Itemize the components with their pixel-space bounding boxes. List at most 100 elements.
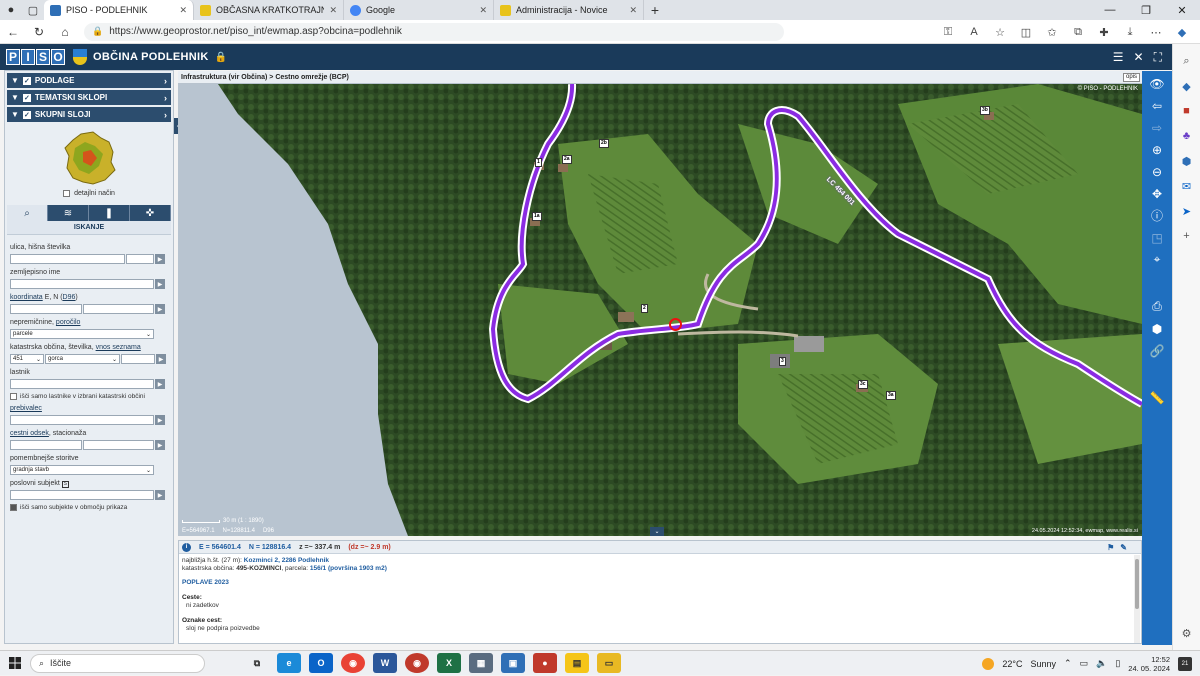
close-window-icon[interactable]: ✕ xyxy=(1164,0,1200,20)
calculator-icon[interactable]: ▦ xyxy=(469,653,493,673)
owner-search-button[interactable]: ▶ xyxy=(155,379,165,389)
geo-name-input[interactable] xyxy=(10,279,154,289)
bookmark-icon[interactable]: ⚑ xyxy=(1107,543,1114,552)
print-icon[interactable]: ⎙ xyxy=(1147,298,1167,315)
owner-input[interactable] xyxy=(10,379,154,389)
read-aloud-icon[interactable]: A xyxy=(964,26,984,38)
more-icon[interactable]: ⋯ xyxy=(1146,26,1166,39)
stationing-input[interactable] xyxy=(83,440,154,450)
map-canvas[interactable]: 1 2a 2b 1a 2 3 3c 3a 3b LC 454 001 © PIS… xyxy=(178,84,1142,536)
briefcase-icon[interactable]: ■ xyxy=(1178,102,1196,120)
info-box-icon[interactable]: S xyxy=(61,481,69,488)
owner-filter-row[interactable]: išči samo lastnike v izbrani katastrski … xyxy=(10,393,168,400)
detail-mode-checkbox[interactable] xyxy=(63,190,71,197)
search-icon[interactable]: ⌕ xyxy=(1178,52,1196,70)
close-icon[interactable]: ✕ xyxy=(629,5,637,16)
word-icon[interactable]: W xyxy=(373,653,397,673)
checkbox-icon[interactable]: ✓ xyxy=(22,93,31,102)
parcel-number-input[interactable] xyxy=(121,354,155,364)
3d-cube-icon[interactable]: ⬢ xyxy=(1147,320,1167,337)
settings-gear-icon[interactable]: ⚙ xyxy=(1178,624,1196,642)
info-select-icon[interactable]: ◳ xyxy=(1147,229,1167,246)
edit-icon[interactable]: ✎ xyxy=(1120,543,1127,552)
volume-icon[interactable]: 🔈 xyxy=(1096,658,1107,669)
detail-mode-toggle[interactable]: detajlni način xyxy=(5,190,173,197)
games-icon[interactable]: ♣ xyxy=(1178,127,1196,145)
close-icon[interactable]: ✕ xyxy=(329,5,337,16)
new-tab-icon[interactable]: + xyxy=(644,2,666,18)
split-screen-icon[interactable]: ◫ xyxy=(1016,26,1036,39)
measure-ruler-icon[interactable]: 📏 xyxy=(1147,389,1167,406)
sticky-notes-icon[interactable]: ▤ xyxy=(565,653,589,673)
network-icon[interactable]: ▭ xyxy=(1080,658,1089,669)
expand-info-panel-icon[interactable]: ⌄ xyxy=(650,527,664,536)
tab-actions-icon[interactable]: ▢ xyxy=(22,0,44,20)
tab-administracija[interactable]: Administracija - Novice ✕ xyxy=(494,0,644,20)
road-section-link[interactable]: cestni odsek xyxy=(10,430,49,437)
back-icon[interactable]: ← xyxy=(0,20,26,44)
scrollbar-thumb[interactable] xyxy=(1135,559,1139,609)
house-number-input[interactable] xyxy=(126,254,154,264)
tab-search[interactable]: ⌕ xyxy=(7,205,48,221)
clock[interactable]: 12:52 24. 05. 2024 xyxy=(1128,655,1170,673)
taskbar-search[interactable]: ⌕ Iščite xyxy=(30,653,205,673)
resident-search-button[interactable]: ▶ xyxy=(155,415,165,425)
cadastral-search-button[interactable]: ▶ xyxy=(156,354,166,364)
tab-google[interactable]: Google ✕ xyxy=(344,0,494,20)
copilot-icon[interactable]: ◆ xyxy=(1172,26,1192,39)
cadastral-name-select[interactable]: gorca ⌄ xyxy=(45,354,120,364)
menu-icon[interactable]: ☰ xyxy=(1113,50,1124,64)
app-icon[interactable]: ◉ xyxy=(405,653,429,673)
minimize-icon[interactable]: — xyxy=(1092,0,1128,20)
road-search-button[interactable]: ▶ xyxy=(155,440,165,450)
weather-sun-icon[interactable] xyxy=(982,657,995,670)
business-filter-row[interactable]: išči samo subjekte v območju prikaza xyxy=(10,504,168,511)
road-section-input[interactable] xyxy=(10,440,82,450)
resident-input[interactable] xyxy=(10,415,154,425)
property-type-select[interactable]: parcele ⌄ xyxy=(10,329,154,339)
windows-start-icon[interactable] xyxy=(0,657,30,669)
checkbox-icon[interactable]: ✓ xyxy=(22,76,31,85)
back-arrow-icon[interactable]: ⇦ xyxy=(1147,97,1167,114)
profile-icon[interactable]: ● xyxy=(0,0,22,20)
parcel-value[interactable]: 156/1 (površina 1903 m2) xyxy=(310,565,387,572)
download-icon[interactable]: ⤓ xyxy=(1120,26,1140,39)
favorites-icon[interactable]: ✩ xyxy=(1042,26,1062,39)
forward-arrow-icon[interactable]: ⇨ xyxy=(1147,119,1167,136)
tab-layers[interactable]: ≋ xyxy=(48,205,89,221)
tab-poplave[interactable]: OBČASNA KRATKOTRAJNA POP ✕ xyxy=(194,0,344,20)
coord-e-input[interactable] xyxy=(10,304,82,314)
coord-search-button[interactable]: ▶ xyxy=(155,304,165,314)
coord-n-input[interactable] xyxy=(83,304,154,314)
cadastral-number-select[interactable]: 451 ⌄ xyxy=(10,354,44,364)
key-icon[interactable]: ⚿ xyxy=(938,26,958,39)
home-icon[interactable]: ⌂ xyxy=(52,20,78,44)
coordinate-link[interactable]: koordinata xyxy=(10,294,43,301)
chevron-up-icon[interactable]: ⌃ xyxy=(1064,658,1072,669)
file-explorer-icon[interactable]: ▭ xyxy=(597,653,621,673)
collections-icon[interactable]: ⧉ xyxy=(1068,26,1088,39)
zoom-in-icon[interactable]: ⊕ xyxy=(1147,141,1167,158)
tab-tools[interactable]: ✜ xyxy=(130,205,171,221)
chrome-icon[interactable]: ◉ xyxy=(341,653,365,673)
photos-icon[interactable]: ● xyxy=(533,653,557,673)
nearest-address[interactable]: Kozminci 2, 2286 Podlehnik xyxy=(244,557,329,564)
battery-icon[interactable]: ▯ xyxy=(1115,658,1120,669)
geo-name-search-button[interactable]: ▶ xyxy=(155,279,165,289)
report-link[interactable]: poročilo xyxy=(56,319,81,326)
tab-bookmarks[interactable]: ❚ xyxy=(89,205,130,221)
layer-group-tematski-sklopi[interactable]: ▼ ✓ TEMATSKI SKLOPI › xyxy=(7,90,171,105)
visibility-eye-icon[interactable]: 👁 xyxy=(1147,75,1167,92)
list-entry-link[interactable]: vnos seznama xyxy=(96,344,141,351)
services-select[interactable]: gradnja stavb ⌄ xyxy=(10,465,154,475)
send-icon[interactable]: ➤ xyxy=(1178,202,1196,220)
edge-icon[interactable]: e xyxy=(277,653,301,673)
street-input[interactable] xyxy=(10,254,125,264)
overview-minimap[interactable] xyxy=(59,128,119,188)
task-view-icon[interactable]: ⧉ xyxy=(245,653,269,673)
street-search-button[interactable]: ▶ xyxy=(155,254,165,264)
location-pin-icon[interactable]: ⌖ xyxy=(1147,251,1167,268)
outlook-icon[interactable]: ✉ xyxy=(1178,177,1196,195)
add-icon[interactable]: + xyxy=(1178,227,1196,245)
extensions-icon[interactable]: ✚ xyxy=(1094,26,1114,39)
